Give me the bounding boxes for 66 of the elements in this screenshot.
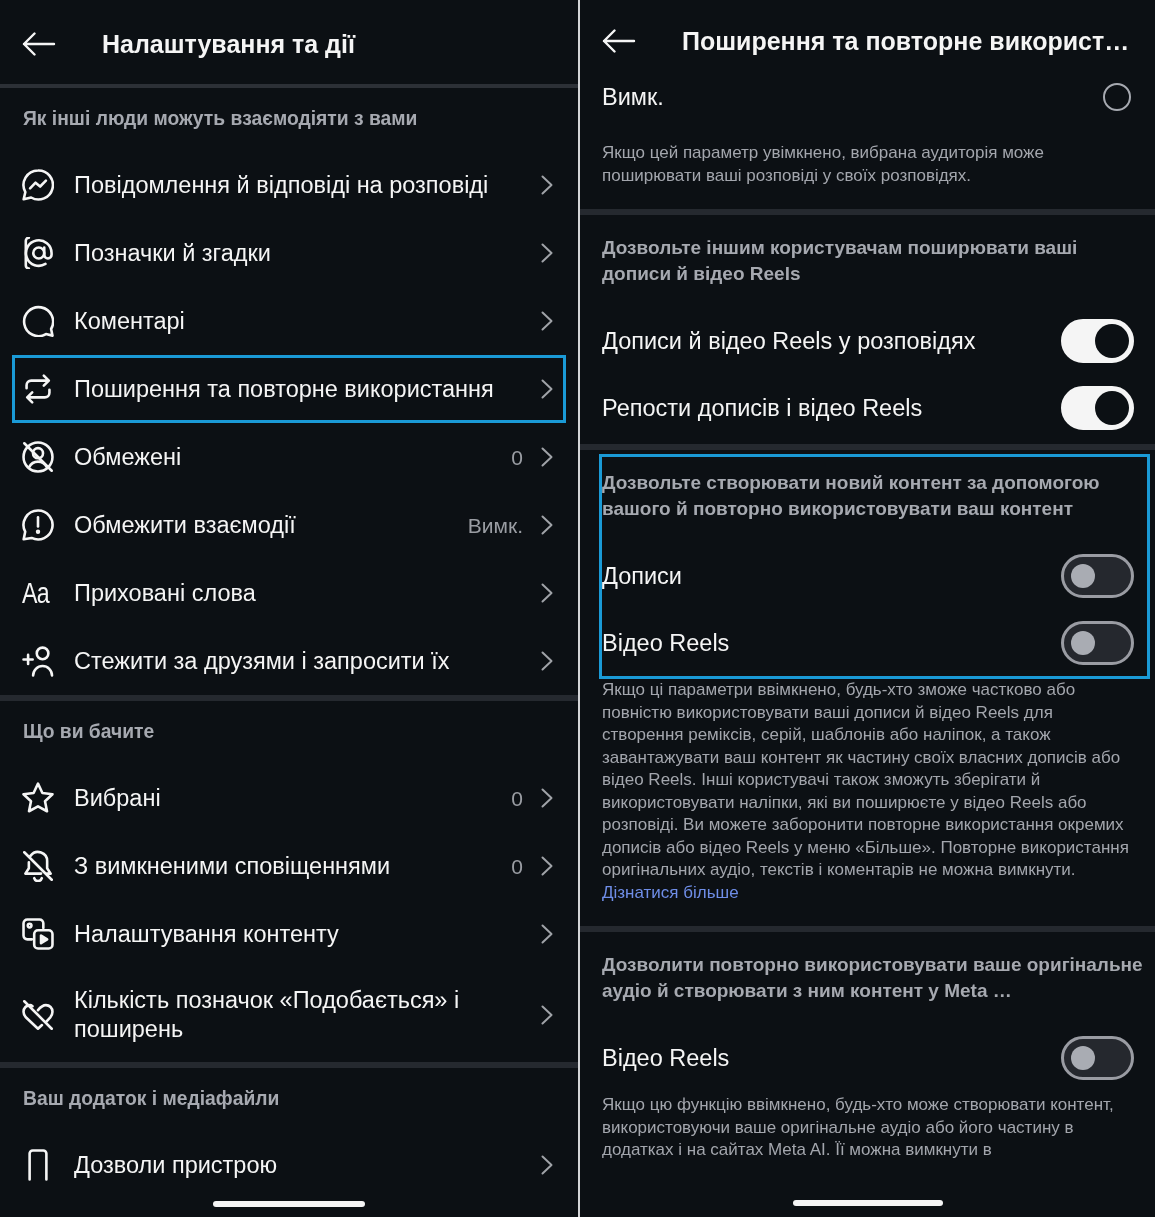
settings-item[interactable]: Aa Приховані слова: [12, 559, 566, 627]
settings-item[interactable]: Дозволи пристрою: [12, 1131, 566, 1199]
chevron-icon: [541, 1155, 553, 1175]
item-value: 0: [511, 444, 523, 471]
chevron-icon: [541, 379, 553, 399]
add-person-icon: [22, 645, 54, 677]
screen-title: Налаштування та дії: [102, 29, 355, 60]
at-sign-icon: [22, 237, 54, 269]
section-heading: Ваш додаток і медіафайли: [22, 1087, 281, 1111]
chat-bubble-icon: [22, 169, 54, 201]
comment-icon: [22, 305, 54, 337]
setting-label: Відео Reels: [602, 628, 730, 658]
settings-item[interactable]: Повідомлення й відповіді на розповіді: [12, 151, 566, 219]
settings-item[interactable]: Обмежені 0: [12, 423, 566, 491]
section-heading: Як інші люди можуть взаємодіяти з вами: [22, 107, 419, 131]
settings-item[interactable]: З вимкненими сповіщеннями 0: [12, 832, 566, 900]
setting-label: Дописи: [602, 561, 682, 591]
item-value: 0: [511, 785, 523, 812]
chevron-icon: [541, 311, 553, 331]
setting-label: Репости дописів і відео Reels: [602, 393, 923, 423]
section-description: Якщо цей параметр увімкнено, вибрана аудиторія може поширювати ваші розповіді у своїх розповідях.: [601, 142, 1045, 187]
item-value: Вимк.: [467, 512, 523, 539]
toggle-switch[interactable]: [1061, 1035, 1134, 1080]
bell-slash-icon: [22, 850, 54, 882]
section-heading: Дозвольте створювати новий контент за допомогою вашого й повторно використовувати ваш контент: [602, 471, 1101, 521]
settings-item[interactable]: Стежити за друзями і запросити їх: [12, 627, 566, 695]
settings-item[interactable]: Вибрані 0: [12, 764, 566, 832]
repeat-icon: [22, 373, 54, 405]
chevron-icon: [541, 515, 553, 535]
back-icon[interactable]: [602, 29, 636, 53]
back-icon[interactable]: [22, 32, 56, 56]
chevron-icon: [541, 243, 553, 263]
section-description: Якщо цю функцію ввімкнено, будь-хто може створювати контент, використовуючи ваше оригінальне аудіо або його частину в додатках і на сайтах Meta AI. Її можна вимкнути в: [601, 1094, 1115, 1161]
settings-item[interactable]: Коментарі: [12, 287, 566, 355]
section-heading: Дозволити повторно використовувати ваше оригінальне аудіо й створювати з ним контент у Meta …: [602, 953, 1144, 1003]
toggle-switch[interactable]: [1061, 620, 1134, 665]
font-icon: Aa: [22, 577, 48, 609]
learn-more-link[interactable]: Дізнатися більше: [602, 882, 739, 902]
option-label: Вимк.: [602, 83, 664, 112]
setting-label: Відео Reels: [602, 1043, 730, 1073]
chevron-icon: [541, 856, 553, 876]
chevron-icon: [541, 788, 553, 808]
toggle-switch[interactable]: [1061, 553, 1134, 598]
settings-item[interactable]: Кількість позначок «Подобається» і поширень: [12, 968, 566, 1062]
chevron-icon: [541, 924, 553, 944]
settings-item[interactable]: Позначки й згадки: [12, 219, 566, 287]
chevron-icon: [541, 651, 553, 671]
radio-button[interactable]: [1103, 83, 1131, 111]
heart-slash-icon: [22, 999, 54, 1031]
section-heading: Дозвольте іншим користувачам поширювати ваші дописи й відео Reels: [602, 236, 1079, 286]
section-heading: Що ви бачите: [22, 720, 156, 744]
alert-bubble-icon: [22, 509, 54, 541]
person-slash-icon: [22, 441, 54, 473]
screen-title: Поширення та повторне використ…: [682, 26, 1130, 57]
chevron-icon: [541, 583, 553, 603]
media-icon: [22, 918, 54, 950]
settings-item[interactable]: Налаштування контенту: [12, 900, 566, 968]
settings-item[interactable]: Обмежити взаємодії Вимк.: [12, 491, 566, 559]
star-icon: [22, 782, 54, 814]
chevron-icon: [541, 175, 553, 195]
chevron-icon: [541, 447, 553, 467]
chevron-icon: [541, 1005, 553, 1025]
section-description: Якщо ці параметри ввімкнено, будь-хто зможе частково або повністю використовувати ваші дописи й відео Reels для створення реміксів, серій, шаблонів або наліпок, а також завантажувати ваш контент як частину своїх власних дописів або відео Reels. Інші користувачі також зможуть зберігати й використовувати наліпки, які ви поширюєте у відео Reels або розповіді. Ви можете заборонити повторне використання окремих дописів або відео Reels у меню «Більше». Повторне використання оригінальних аудіо, текстів і коментарів не можна вимкнути. Дізнатися більше: [601, 679, 1130, 904]
item-value: 0: [511, 853, 523, 880]
settings-item[interactable]: Поширення та повторне використання: [12, 355, 566, 423]
setting-label: Дописи й відео Reels у розповідях: [602, 326, 976, 356]
